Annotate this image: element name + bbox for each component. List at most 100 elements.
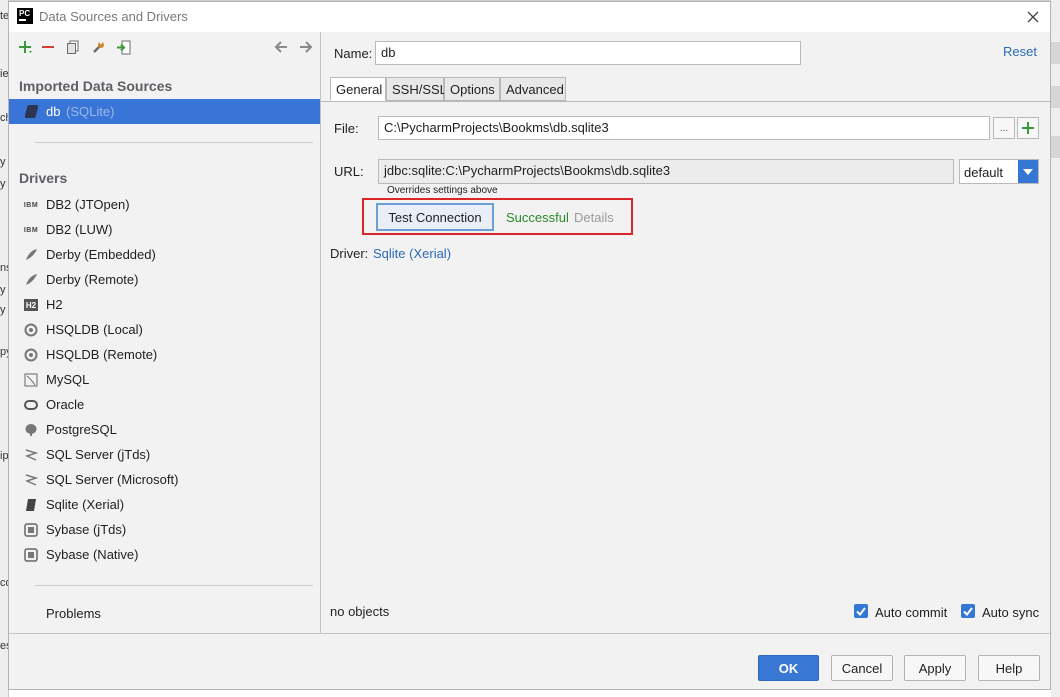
- sqlite-icon: [23, 498, 39, 512]
- hsqldb-icon: [23, 348, 39, 362]
- driver-label: Derby (Embedded): [46, 247, 156, 262]
- url-mode-value: default: [964, 165, 1004, 180]
- tab-advanced[interactable]: Advanced: [500, 77, 566, 101]
- driver-item-sqlite-xerial[interactable]: Sqlite (Xerial): [9, 493, 320, 518]
- driver-label: Sybase (jTds): [46, 522, 127, 537]
- tab-ssh-ssl[interactable]: SSH/SSL: [386, 77, 447, 101]
- url-input[interactable]: jdbc:sqlite:C:\PycharmProjects\Bookms\db…: [378, 159, 954, 184]
- forward-button[interactable]: [297, 38, 315, 56]
- background-stripe: [1051, 86, 1060, 108]
- driver-item-postgresql[interactable]: PostgreSQL: [9, 418, 320, 443]
- copy-icon: [67, 40, 79, 54]
- general-settings-panel: Name: db Reset General SSH/SSL Options A…: [321, 32, 1050, 633]
- driver-settings-button[interactable]: [89, 38, 107, 56]
- objects-status: no objects: [330, 604, 390, 619]
- tab-divider: [321, 101, 1050, 102]
- driver-label: Oracle: [46, 397, 85, 412]
- mysql-icon: [23, 373, 39, 387]
- url-help-text: Overrides settings above: [387, 185, 498, 196]
- url-label: URL:: [334, 164, 364, 179]
- name-label: Name:: [334, 46, 373, 61]
- driver-item-hsqldb-remote[interactable]: HSQLDB (Remote): [9, 343, 320, 368]
- reset-link[interactable]: Reset: [1003, 44, 1037, 59]
- problems-item[interactable]: Problems: [46, 606, 101, 621]
- url-mode-select[interactable]: default: [959, 159, 1039, 184]
- driver-label: Driver:: [330, 246, 369, 261]
- auto-sync-checkbox[interactable]: [961, 604, 975, 618]
- checkmark-icon: [856, 606, 866, 616]
- ok-button[interactable]: OK: [758, 655, 819, 681]
- driver-label: MySQL: [46, 372, 90, 387]
- cancel-button[interactable]: Cancel: [831, 655, 893, 681]
- details-link[interactable]: Details: [574, 210, 614, 225]
- background-text: y: [0, 156, 6, 168]
- back-button[interactable]: [272, 38, 290, 56]
- sybase-icon: [23, 523, 39, 537]
- sqlserver-icon: [23, 448, 39, 462]
- driver-item-sybase-jtds[interactable]: Sybase (jTds): [9, 518, 320, 543]
- postgresql-icon: [23, 423, 39, 437]
- plus-icon: [1022, 122, 1034, 134]
- oracle-icon: [23, 398, 39, 412]
- separator: [35, 142, 313, 143]
- sqlite-icon: [24, 105, 39, 118]
- driver-item-oracle[interactable]: Oracle: [9, 393, 320, 418]
- driver-label: PostgreSQL: [46, 422, 117, 437]
- driver-item-hsqldb-local[interactable]: HSQLDB (Local): [9, 318, 320, 343]
- help-button[interactable]: Help: [978, 655, 1040, 681]
- driver-item-h2[interactable]: H2 H2: [9, 293, 320, 318]
- driver-item-sql-server-microsoft[interactable]: SQL Server (Microsoft): [9, 468, 320, 493]
- driver-item-sql-server-jtds[interactable]: SQL Server (jTds): [9, 443, 320, 468]
- add-button[interactable]: [16, 38, 34, 56]
- driver-label: DB2 (JTOpen): [46, 197, 130, 212]
- duplicate-button[interactable]: [64, 38, 82, 56]
- import-button[interactable]: [114, 38, 132, 56]
- name-input[interactable]: db: [375, 41, 801, 65]
- pycharm-icon: PC: [17, 8, 33, 24]
- sidebar: Imported Data Sources db (SQLite) Driver…: [9, 32, 321, 633]
- minus-icon: [42, 46, 54, 48]
- title-bar: PC Data Sources and Drivers: [9, 2, 1050, 32]
- driver-label: DB2 (LUW): [46, 222, 113, 237]
- separator: [35, 585, 313, 586]
- browse-button[interactable]: ...: [993, 117, 1015, 139]
- background-text: y: [0, 304, 6, 316]
- arrow-right-icon: [300, 41, 313, 53]
- driver-label: Derby (Remote): [46, 272, 139, 287]
- driver-label: SQL Server (Microsoft): [46, 472, 179, 487]
- wrench-icon: [92, 40, 104, 53]
- file-label: File:: [334, 121, 359, 136]
- derby-feather-icon: [23, 273, 39, 287]
- data-source-name: db: [46, 104, 61, 119]
- close-button[interactable]: [1022, 6, 1044, 28]
- driver-label: Sqlite (Xerial): [46, 497, 125, 512]
- test-connection-button[interactable]: Test Connection: [376, 203, 494, 231]
- driver-item-mysql[interactable]: MySQL: [9, 368, 320, 393]
- ibm-icon: IBM: [23, 226, 39, 234]
- driver-item-derby-embedded[interactable]: Derby (Embedded): [9, 243, 320, 268]
- button-bar: OK Cancel Apply Help: [9, 633, 1050, 689]
- background-text: y: [0, 178, 6, 190]
- h2-icon: H2: [24, 299, 38, 311]
- hsqldb-icon: [23, 323, 39, 337]
- remove-button[interactable]: [39, 38, 57, 56]
- tab-options[interactable]: Options: [444, 77, 500, 101]
- data-source-item-db[interactable]: db (SQLite): [9, 99, 320, 124]
- sqlserver-icon: [23, 473, 39, 487]
- apply-button[interactable]: Apply: [904, 655, 966, 681]
- drivers-header: Drivers: [19, 170, 68, 186]
- driver-link[interactable]: Sqlite (Xerial): [373, 246, 451, 261]
- driver-label: H2: [46, 297, 63, 312]
- background-stripe: [1051, 42, 1060, 64]
- auto-sync-label: Auto sync: [982, 605, 1040, 620]
- add-file-button[interactable]: [1017, 117, 1039, 139]
- data-source-type: (SQLite): [66, 104, 115, 119]
- auto-commit-checkbox[interactable]: [854, 604, 868, 618]
- driver-item-derby-remote[interactable]: Derby (Remote): [9, 268, 320, 293]
- tab-general[interactable]: General: [330, 77, 386, 101]
- file-path-input[interactable]: C:\PycharmProjects\Bookms\db.sqlite3: [378, 116, 990, 140]
- driver-item-sybase-native[interactable]: Sybase (Native): [9, 543, 320, 568]
- driver-item-db2-luw[interactable]: IBM DB2 (LUW): [9, 218, 320, 243]
- driver-label: HSQLDB (Local): [46, 322, 143, 337]
- driver-item-db2-jtopen[interactable]: IBM DB2 (JTOpen): [9, 193, 320, 218]
